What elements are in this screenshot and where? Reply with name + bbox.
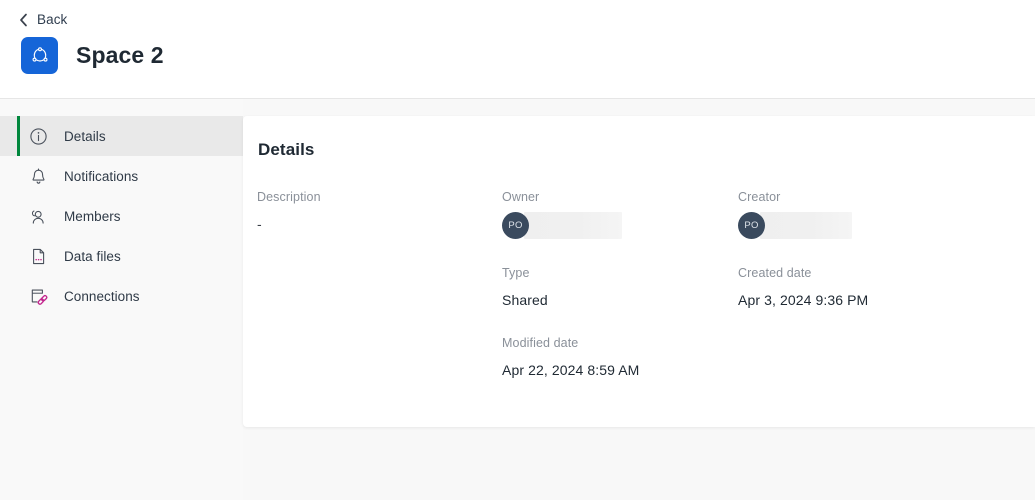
field-description: Description - xyxy=(257,189,321,233)
users-icon xyxy=(31,210,44,224)
field-value: Shared xyxy=(502,292,548,308)
field-owner: Owner PO xyxy=(502,189,622,239)
sidebar-item-details[interactable]: Details xyxy=(0,116,243,156)
space-title-row: Space 2 xyxy=(21,37,164,74)
connections-icon xyxy=(31,289,48,305)
sidebar-item-label: Connections xyxy=(64,288,140,304)
sidebar-item-label: Data files xyxy=(64,248,121,264)
file-data-icon xyxy=(33,248,45,264)
space-badge xyxy=(21,37,58,74)
field-label: Description xyxy=(257,190,321,204)
redacted-creator-name xyxy=(760,212,852,239)
space-details-page: Back Space 2 Details Notifications Membe… xyxy=(0,0,1035,500)
field-type: Type Shared xyxy=(502,265,548,309)
sidebar-item-notifications[interactable]: Notifications xyxy=(0,156,243,196)
field-label: Owner xyxy=(502,190,540,204)
avatar: PO xyxy=(738,212,765,239)
field-label: Creator xyxy=(738,190,781,204)
info-circle-icon xyxy=(30,127,47,145)
back-label: Back xyxy=(37,12,68,27)
details-card: Details Description - Owner PO Type Shar… xyxy=(243,116,1035,427)
sidebar: Details Notifications Members Data files… xyxy=(0,99,243,500)
creator-user-chip: PO xyxy=(738,212,852,239)
field-value: Apr 3, 2024 9:36 PM xyxy=(738,292,869,308)
field-label: Modified date xyxy=(502,336,579,350)
chevron-left-icon xyxy=(20,13,27,26)
field-label: Type xyxy=(502,266,530,280)
field-value: - xyxy=(257,216,262,232)
sidebar-item-label: Members xyxy=(64,208,121,224)
field-value: Apr 22, 2024 8:59 AM xyxy=(502,362,640,378)
details-heading: Details xyxy=(258,140,315,159)
owner-user-chip: PO xyxy=(502,212,622,239)
sidebar-item-connections[interactable]: Connections xyxy=(0,276,243,316)
sidebar-item-members[interactable]: Members xyxy=(0,196,243,236)
field-created-date: Created date Apr 3, 2024 9:36 PM xyxy=(738,265,868,309)
page-title: Space 2 xyxy=(76,42,164,68)
back-button[interactable]: Back xyxy=(14,10,71,29)
bell-icon xyxy=(32,167,45,184)
page-header: Back Space 2 xyxy=(0,0,1035,99)
field-label: Created date xyxy=(738,266,812,280)
sidebar-item-data-files[interactable]: Data files xyxy=(0,236,243,276)
avatar: PO xyxy=(502,212,529,239)
sidebar-item-label: Notifications xyxy=(64,168,139,184)
redacted-owner-name xyxy=(524,212,622,239)
field-modified-date: Modified date Apr 22, 2024 8:59 AM xyxy=(502,335,639,379)
space-glyph-icon xyxy=(32,46,48,62)
field-creator: Creator PO xyxy=(738,189,852,239)
sidebar-item-label: Details xyxy=(64,128,106,144)
